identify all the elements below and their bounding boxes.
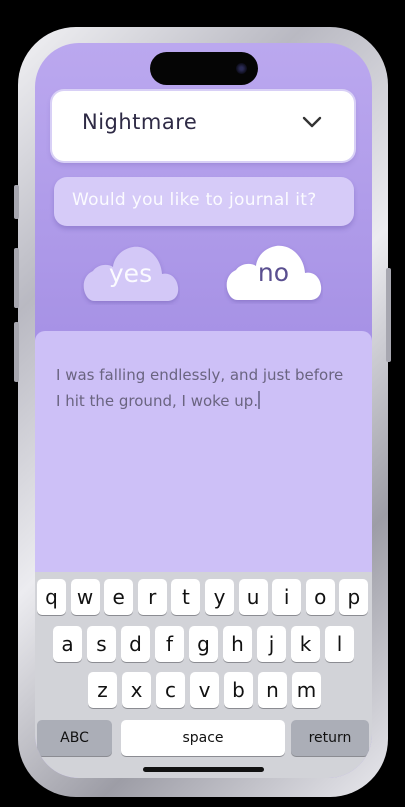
yes-cloud-button[interactable]: yes [81, 241, 180, 305]
yes-label: yes [108, 259, 153, 288]
action-button [14, 185, 19, 219]
key-r[interactable]: r [137, 579, 167, 615]
dynamic-island [150, 52, 258, 85]
key-h[interactable]: h [223, 626, 252, 662]
key-y[interactable]: y [205, 579, 234, 615]
key-x[interactable]: x [122, 672, 151, 708]
camera-icon [236, 63, 247, 74]
key-c[interactable]: c [156, 672, 185, 708]
dream-type-dropdown[interactable]: Nightmare [52, 91, 354, 161]
power-button [386, 268, 391, 362]
return-key[interactable]: return [291, 720, 369, 756]
key-e[interactable]: e [104, 579, 134, 615]
key-z[interactable]: z [88, 672, 117, 708]
key-v[interactable]: v [190, 672, 219, 708]
no-cloud-button[interactable]: no [224, 240, 323, 304]
home-indicator [143, 767, 264, 772]
key-t[interactable]: t [171, 579, 201, 615]
key-a[interactable]: a [53, 626, 82, 662]
volume-down-button [14, 322, 19, 382]
key-n[interactable]: n [258, 672, 287, 708]
key-g[interactable]: g [189, 626, 218, 662]
key-l[interactable]: l [325, 626, 354, 662]
journal-entry-text: I was falling endlessly, and just before… [56, 366, 344, 410]
dream-type-selected: Nightmare [82, 110, 198, 134]
key-f[interactable]: f [155, 626, 184, 662]
journal-prompt: Would you like to journal it? [54, 177, 354, 226]
text-cursor [258, 391, 261, 409]
key-q[interactable]: q [37, 579, 66, 615]
key-o[interactable]: o [305, 579, 335, 615]
key-d[interactable]: d [121, 626, 150, 662]
space-key[interactable]: space [121, 720, 285, 756]
key-u[interactable]: u [238, 579, 268, 615]
key-s[interactable]: s [87, 626, 116, 662]
key-b[interactable]: b [224, 672, 253, 708]
key-j[interactable]: j [257, 626, 286, 662]
key-w[interactable]: w [70, 579, 100, 615]
key-p[interactable]: p [339, 579, 369, 615]
journal-prompt-text: Would you like to journal it? [72, 190, 317, 210]
abc-key[interactable]: ABC [37, 720, 112, 756]
keyboard: qwertyuiop asdfghjkl zxcvbnm ABC space r… [35, 572, 372, 778]
key-m[interactable]: m [292, 672, 321, 708]
volume-up-button [14, 248, 19, 308]
app-screen: Nightmare Would you like to journal it? … [35, 43, 372, 778]
journal-entry: I was falling endlessly, and just before… [56, 362, 352, 414]
no-label: no [257, 258, 290, 287]
key-i[interactable]: i [272, 579, 302, 615]
key-k[interactable]: k [291, 626, 320, 662]
chevron-down-icon [302, 116, 322, 128]
